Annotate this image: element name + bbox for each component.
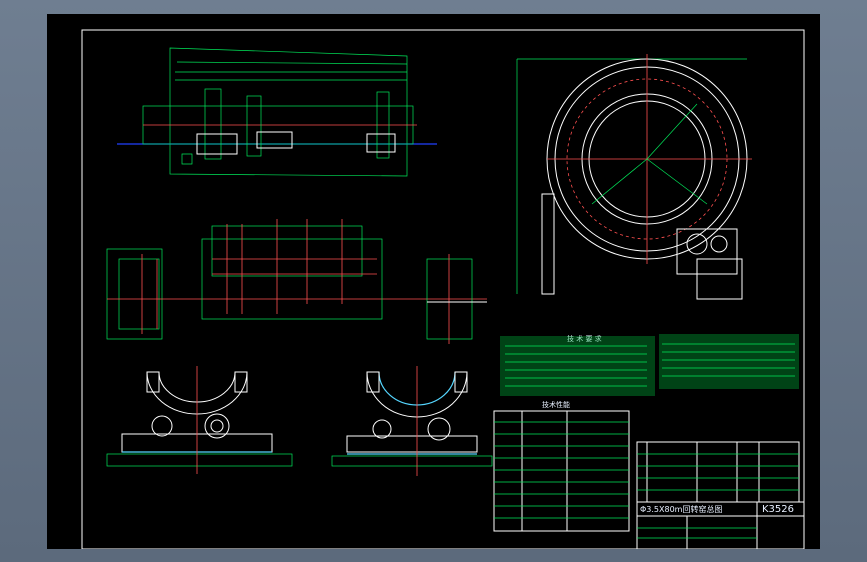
drawing-title: Φ3.5X80m回转窑总图 [640,504,722,514]
technical-characteristics-table: 技术性能 [493,400,630,532]
drawing-number: K3526 [762,504,794,515]
support-section-view-2 [331,366,493,476]
drawing-border [81,29,805,549]
kiln-elevation-view [117,47,437,177]
cad-drawing-canvas: 技 术 要 求 技术性能 Φ3.5X80m回转窑总图 K3526 [81,29,805,549]
technical-requirements-block: 技 术 要 求 [500,334,799,396]
drawing-sheet: 技 术 要 求 技术性能 Φ3.5X80m回转窑总图 K3526 [47,14,820,549]
girth-gear-section-view [516,54,752,300]
drive-plan-view [106,219,487,344]
title-block: Φ3.5X80m回转窑总图 K3526 [636,501,805,549]
parts-list-table [636,441,800,503]
technical-characteristics-title: 技术性能 [542,400,570,409]
support-section-view-1 [106,366,293,474]
